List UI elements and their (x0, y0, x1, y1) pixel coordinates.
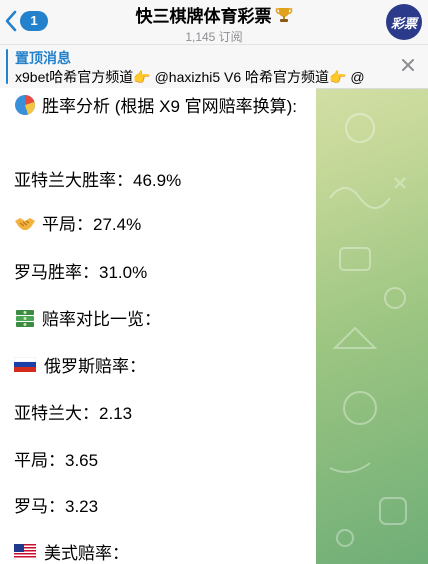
ru-draw-line: 平局：3.65 (14, 446, 98, 471)
back-button[interactable]: 1 (4, 6, 48, 36)
us-odds-line: 美式赔率： (14, 539, 129, 564)
pinned-message-bar[interactable]: 置顶消息 x9bet哈希官方频道👉 @haxizhi5 V6 哈希官方频道👉 @ (0, 45, 428, 89)
pinned-indicator (6, 49, 8, 84)
avatar-text: 彩票 (390, 16, 417, 32)
chat-title-area[interactable]: 快三棋牌体育彩票 1,145 订阅 (80, 2, 348, 45)
trophy-icon (275, 7, 292, 22)
ru-away-text: 罗马：3.23 (14, 497, 99, 516)
analysis-title-line: 胜率分析 (根据 X9 官网赔率换算): (14, 94, 304, 118)
chat-title: 快三棋牌体育彩票 (136, 2, 293, 27)
message-bubble: 胜率分析 (根据 X9 官网赔率换算): 亚特兰大胜率：46.9% 平局：27.… (0, 88, 316, 564)
channel-avatar[interactable]: 彩票 (386, 4, 422, 40)
pinned-text: x9bet哈希官方频道👉 @haxizhi5 V6 哈希官方频道👉 @ (15, 69, 365, 85)
ru-home-line: 亚特兰大：2.13 (14, 399, 132, 424)
usa-flag-icon (14, 544, 36, 559)
odds-compare-line: 赔率对比一览： (14, 305, 161, 330)
chat-header: 1 快三棋牌体育彩票 1,145 订阅 彩票 (0, 0, 428, 45)
draw-text: 平局：27.4% (42, 215, 142, 234)
away-win-text: 罗马胜率：31.0% (14, 263, 148, 282)
russian-odds-line: 俄罗斯赔率： (14, 352, 146, 377)
draw-line: 平局：27.4% (14, 210, 141, 235)
chevron-left-icon (5, 10, 17, 32)
pie-chart-icon (15, 95, 35, 115)
ru-home-text: 亚特兰大：2.13 (14, 404, 133, 423)
chat-title-text: 快三棋牌体育彩票 (135, 7, 272, 26)
ru-draw-text: 平局：3.65 (14, 451, 99, 470)
home-win-text: 亚特兰大胜率：46.9% (14, 171, 182, 190)
close-icon[interactable] (400, 57, 416, 73)
us-odds-text: 美式赔率： (44, 544, 129, 563)
pinned-title: 置顶消息 (15, 50, 71, 66)
odds-compare-text: 赔率对比一览： (42, 310, 161, 329)
russia-flag-icon (14, 357, 36, 372)
unread-badge: 1 (20, 11, 48, 31)
subscriber-count: 1,145 订阅 (185, 30, 243, 44)
russian-odds-text: 俄罗斯赔率： (44, 357, 146, 376)
away-win-line: 罗马胜率：31.0% (14, 258, 147, 283)
ru-away-line: 罗马：3.23 (14, 492, 98, 517)
analysis-title: 胜率分析 (根据 X9 官网赔率换算): (42, 97, 298, 116)
home-win-line: 亚特兰大胜率：46.9% (14, 166, 181, 191)
handshake-icon (15, 217, 35, 230)
money-stack-icon (16, 309, 34, 327)
